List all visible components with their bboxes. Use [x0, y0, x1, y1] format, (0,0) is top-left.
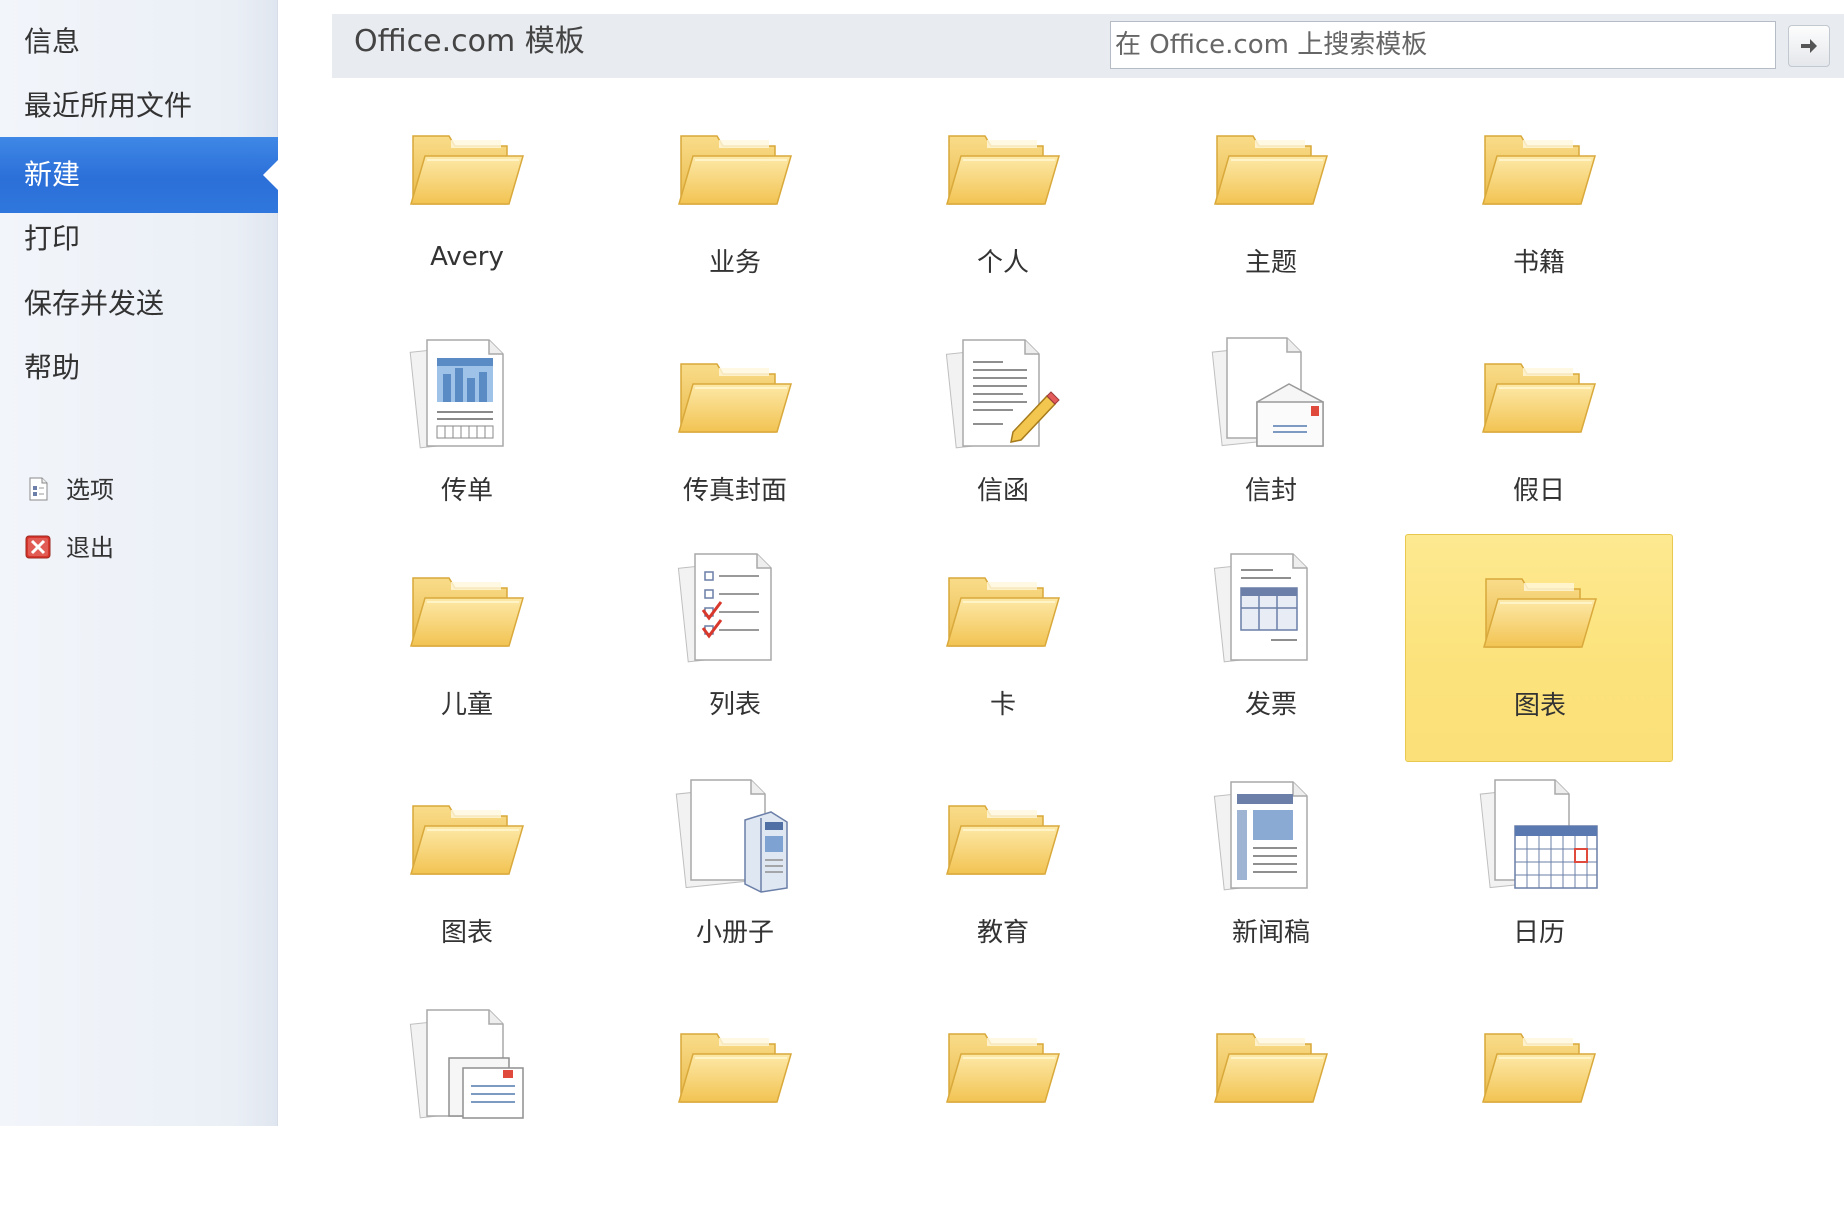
folder-icon [675, 1004, 795, 1124]
template-tile[interactable]: 个人 [869, 92, 1137, 320]
template-label: 传单 [440, 476, 493, 506]
calendar-icon [1479, 776, 1599, 896]
template-label: 假日 [1512, 476, 1565, 506]
folder-icon [1479, 1004, 1599, 1124]
template-tile[interactable]: 教育 [869, 762, 1137, 990]
nav-command-label: 退出 [66, 534, 114, 562]
template-tile[interactable]: 传真封面 [601, 320, 869, 548]
template-tile[interactable]: 传单 [333, 320, 601, 548]
template-label: 信封 [1244, 476, 1297, 506]
template-label: 卡 [989, 690, 1016, 720]
nav-item-recent[interactable]: 最近所用文件 [0, 68, 278, 144]
folder-icon [1479, 106, 1599, 226]
template-label: 儿童 [440, 690, 493, 720]
checklist-icon [675, 548, 795, 668]
template-label: 传真封面 [682, 476, 787, 506]
template-tile[interactable]: 发票 [1137, 534, 1405, 762]
template-label: 小册子 [695, 918, 774, 948]
folder-icon [407, 548, 527, 668]
document-set-icon [407, 1004, 527, 1124]
template-label: Avery [430, 242, 504, 272]
folder-icon [407, 106, 527, 226]
template-tile[interactable]: 信函 [869, 320, 1137, 548]
template-tile[interactable]: 假日 [1405, 320, 1673, 548]
template-tile[interactable]: 列表 [601, 534, 869, 762]
template-tile[interactable]: 日历 [1405, 762, 1673, 990]
search-go-button[interactable] [1788, 25, 1830, 67]
nav-command-options[interactable]: 选项 [24, 470, 114, 510]
letter-icon [943, 334, 1063, 454]
brochure-icon [675, 776, 795, 896]
folder-icon [1480, 549, 1600, 669]
template-label: 图表 [1513, 691, 1566, 721]
template-tile[interactable]: 图表 [1405, 534, 1673, 762]
template-label: 个人 [976, 248, 1029, 278]
options-icon [24, 475, 52, 503]
template-label: 业务 [708, 248, 761, 278]
flyer-icon [407, 334, 527, 454]
template-tile[interactable] [869, 990, 1137, 1218]
folder-icon [943, 548, 1063, 668]
nav-command-exit[interactable]: 退出 [24, 528, 114, 568]
template-tile[interactable] [333, 990, 601, 1218]
envelope-icon [1211, 334, 1331, 454]
folder-icon [675, 106, 795, 226]
template-tile[interactable]: 图表 [333, 762, 601, 990]
template-search-input[interactable] [1110, 21, 1776, 69]
template-tile[interactable]: 卡 [869, 534, 1137, 762]
folder-icon [1211, 1004, 1331, 1124]
template-tile[interactable] [601, 990, 869, 1218]
folder-icon [1479, 334, 1599, 454]
template-label: 信函 [976, 476, 1029, 506]
arrow-right-icon [1801, 39, 1817, 53]
template-label: 教育 [976, 918, 1029, 948]
template-tile[interactable]: 主题 [1137, 92, 1405, 320]
header-title: Office.com 模板 [354, 24, 585, 59]
template-label: 新闻稿 [1231, 918, 1310, 948]
template-tile[interactable] [1137, 990, 1405, 1218]
invoice-icon [1211, 548, 1331, 668]
folder-icon [407, 776, 527, 896]
template-tile[interactable]: 书籍 [1405, 92, 1673, 320]
template-header: Office.com 模板 [332, 14, 1844, 78]
template-tile[interactable]: 小册子 [601, 762, 869, 990]
template-label: 发票 [1244, 690, 1297, 720]
backstage-nav: 信息 最近所用文件 新建 打印 保存并发送 帮助 选项 退出 [0, 0, 279, 1126]
template-label: 日历 [1512, 918, 1565, 948]
template-tile[interactable]: 业务 [601, 92, 869, 320]
template-label: 主题 [1244, 248, 1297, 278]
folder-icon [675, 334, 795, 454]
template-label: 列表 [708, 690, 761, 720]
newsletter-icon [1211, 776, 1331, 896]
template-tile[interactable]: Avery [333, 92, 601, 320]
template-label: 图表 [440, 918, 493, 948]
template-label: 书籍 [1512, 248, 1565, 278]
folder-icon [943, 1004, 1063, 1124]
folder-icon [1211, 106, 1331, 226]
nav-command-label: 选项 [66, 476, 114, 504]
nav-item-help[interactable]: 帮助 [0, 330, 278, 406]
folder-icon [943, 106, 1063, 226]
exit-icon [24, 533, 52, 561]
folder-icon [943, 776, 1063, 896]
template-tile[interactable]: 儿童 [333, 534, 601, 762]
template-tile[interactable] [1405, 990, 1673, 1218]
template-tile[interactable]: 信封 [1137, 320, 1405, 548]
template-tile[interactable]: 新闻稿 [1137, 762, 1405, 990]
